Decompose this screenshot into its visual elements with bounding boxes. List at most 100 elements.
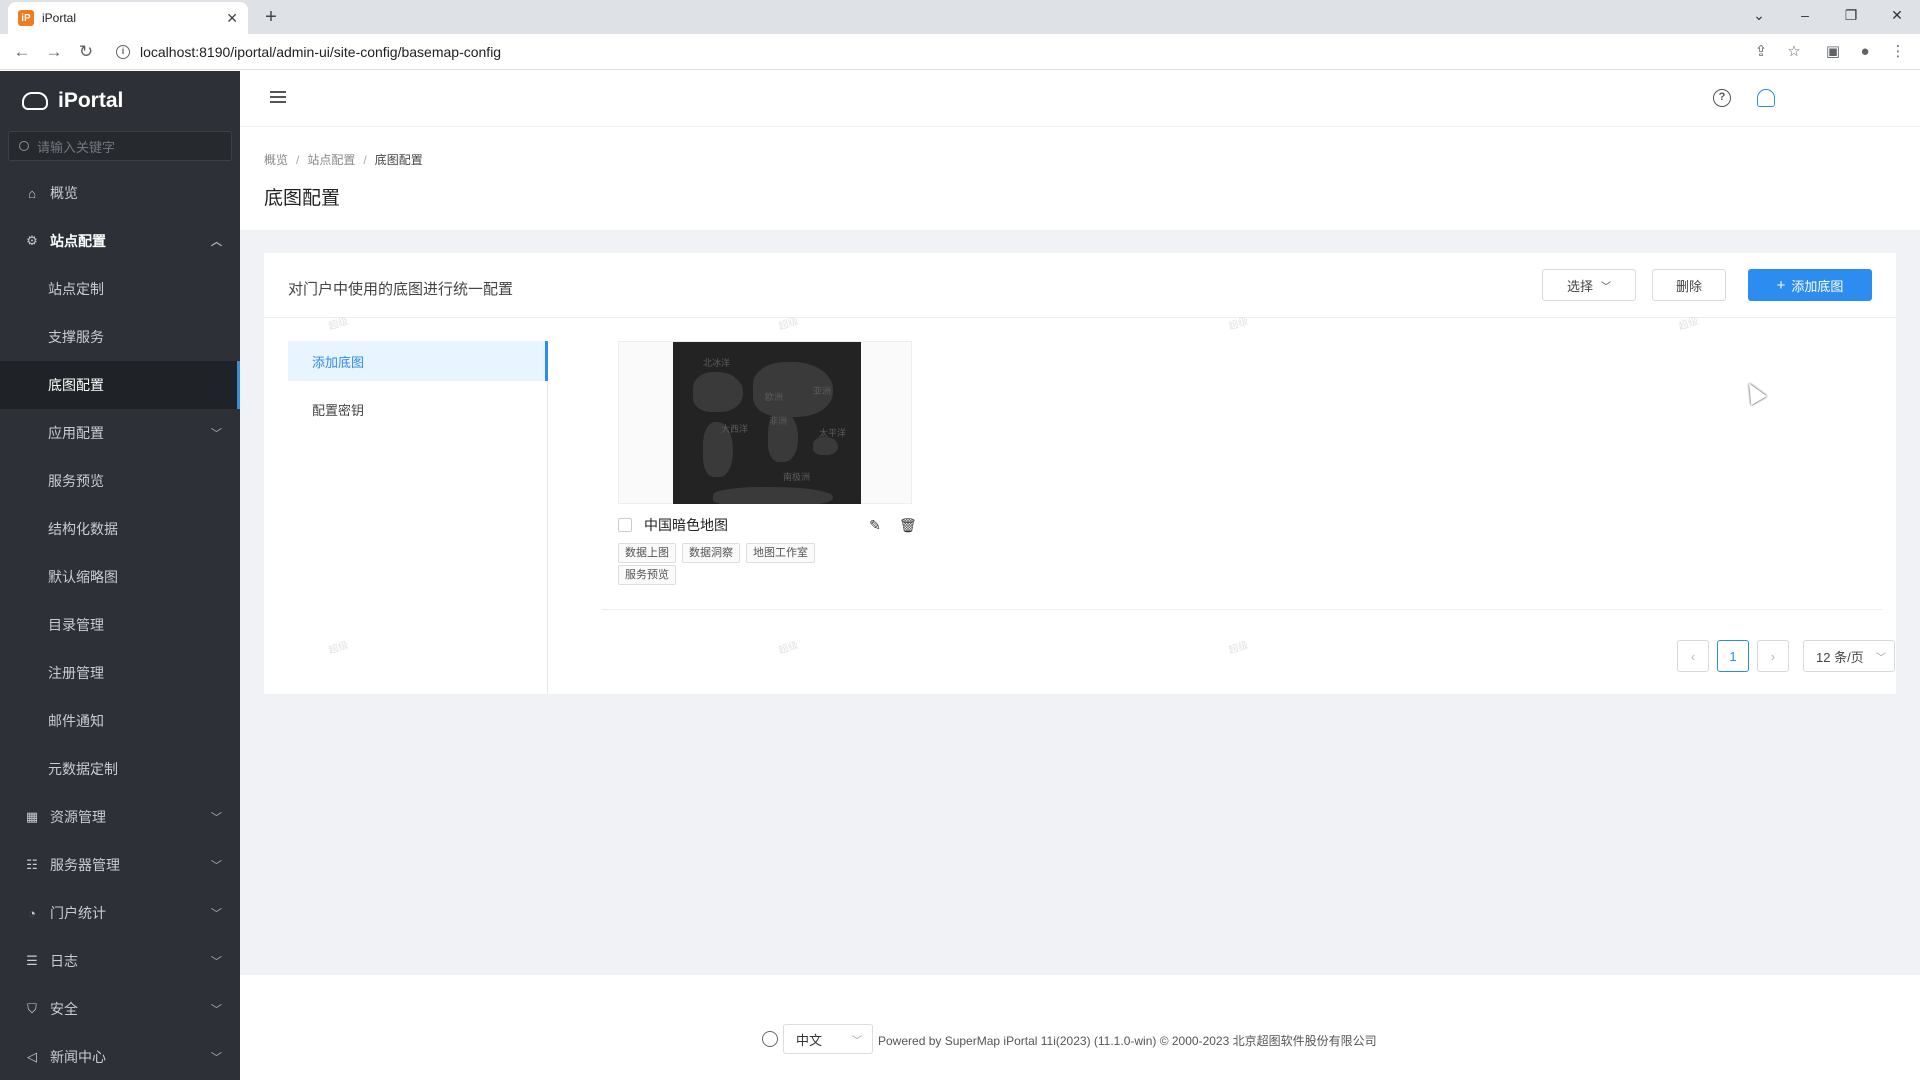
basemap-thumbnail: 北冰洋 欧洲 亚洲 大西洋 非洲 太平洋 南极洲 [673, 342, 861, 504]
new-tab-icon[interactable]: + [258, 4, 284, 30]
chevron-down-icon: ﹀ [211, 956, 222, 968]
chevron-down-icon: ﹀ [211, 1004, 222, 1016]
close-tab-icon[interactable]: ✕ [226, 10, 238, 27]
breadcrumb: 概览 / 站点配置 / 底图配置 [264, 153, 423, 167]
select-dropdown-button[interactable]: 选择 ﹀ [1542, 269, 1636, 301]
browser-menu-icon[interactable]: ⋮ [1888, 42, 1908, 62]
url-text: localhost:8190/iportal/admin-ui/site-con… [140, 44, 502, 60]
card-toolbar: 对门户中使用的底图进行统一配置 选择 ﹀ 删除 + 添加底图 [264, 253, 1896, 318]
minimize-icon[interactable]: – [1782, 0, 1828, 30]
search-placeholder: 请输入关键字 [37, 139, 116, 155]
plus-icon: + [1776, 276, 1786, 294]
sidebar-item-catalog[interactable]: 目录管理 [0, 601, 240, 649]
sidebar-item-label: 门户统计 [50, 905, 106, 921]
delete-button[interactable]: 删除 [1652, 269, 1726, 301]
basemap-thumbnail-card[interactable]: 北冰洋 欧洲 亚洲 大西洋 非洲 太平洋 南极洲 [618, 341, 912, 504]
sidebar-item-servers[interactable]: ☷ 服务器管理 ﹀ [0, 841, 240, 889]
sidebar: iPortal 请输入关键字 ⌂ 概览 ⚙ 站点配置 ︿ 站点定制 支撑服务 底… [0, 71, 240, 1080]
brand-name: iPortal [58, 89, 124, 112]
server-icon: ☷ [26, 857, 38, 872]
profile-icon[interactable]: ● [1855, 42, 1875, 62]
sidebar-item-label: 结构化数据 [48, 521, 118, 537]
chevron-down-icon: ﹀ [852, 1035, 862, 1047]
chevron-down-icon: ﹀ [211, 812, 222, 824]
language-select[interactable]: 中文 ﹀ [783, 1024, 873, 1054]
gear-icon: ⚙ [26, 233, 38, 248]
browser-tab[interactable]: iP iPortal ✕ [8, 2, 248, 34]
sidebar-item-security[interactable]: ⛉ 安全 ﹀ [0, 985, 240, 1033]
help-icon[interactable]: ? [1713, 89, 1731, 107]
chevron-down-icon: ﹀ [211, 1052, 222, 1064]
breadcrumb-overview[interactable]: 概览 [264, 153, 288, 167]
sidebar-item-label: 资源管理 [50, 809, 106, 825]
chevron-down-icon: ﹀ [1601, 281, 1611, 293]
sidebar-item-metadata[interactable]: 元数据定制 [0, 745, 240, 793]
sidebar-item-label: 邮件通知 [48, 713, 104, 729]
basemap-checkbox[interactable] [618, 518, 632, 532]
chevron-down-icon: ﹀ [211, 428, 222, 440]
language-value: 中文 [796, 1032, 823, 1048]
sidebar-item-site-config[interactable]: ⚙ 站点配置 ︿ [0, 217, 240, 265]
sidebar-item-resources[interactable]: ▦ 资源管理 ﹀ [0, 793, 240, 841]
sidebar-item-default-thumbnail[interactable]: 默认缩略图 [0, 553, 240, 601]
brand-logo[interactable]: iPortal [0, 71, 240, 131]
shield-icon: ⛉ [27, 1001, 37, 1016]
tag: 数据上图 [618, 543, 676, 563]
subnav-config-key[interactable]: 配置密钥 [288, 389, 547, 429]
sidebar-item-overview[interactable]: ⌂ 概览 [0, 169, 240, 217]
reload-icon[interactable]: ↻ [74, 40, 98, 64]
subnav-add-basemap[interactable]: 添加底图 [288, 341, 548, 381]
next-page-button[interactable]: › [1757, 640, 1789, 672]
grid-icon: ▦ [25, 809, 39, 824]
add-basemap-button[interactable]: + 添加底图 [1748, 269, 1872, 301]
sidebar-item-site-customize[interactable]: 站点定制 [0, 265, 240, 313]
sidebar-item-service-preview[interactable]: 服务预览 [0, 457, 240, 505]
watermark: 超级 [1227, 640, 1250, 657]
prev-page-button[interactable]: ‹ [1677, 640, 1709, 672]
sidebar-item-mail[interactable]: 邮件通知 [0, 697, 240, 745]
sidebar-item-app-config[interactable]: 应用配置 ﹀ [0, 409, 240, 457]
restore-icon[interactable]: ❐ [1828, 0, 1874, 30]
share-icon[interactable]: ⇪ [1751, 42, 1771, 62]
window-close-icon[interactable]: ✕ [1874, 0, 1920, 30]
breadcrumb-current: 底图配置 [374, 153, 423, 167]
sidebar-item-news[interactable]: ◁ 新闻中心 ﹀ [0, 1033, 240, 1080]
chart-icon: ◔ [28, 905, 36, 921]
sidebar-item-structured-data[interactable]: 结构化数据 [0, 505, 240, 553]
bookmark-star-icon[interactable]: ☆ [1784, 42, 1804, 62]
breadcrumb-site-config[interactable]: 站点配置 [307, 153, 355, 167]
log-icon: ☰ [26, 953, 38, 968]
user-icon[interactable] [1757, 89, 1775, 107]
home-icon: ⌂ [28, 185, 36, 201]
sidebar-item-logs[interactable]: ☰ 日志 ﹀ [0, 937, 240, 985]
url-field[interactable]: i localhost:8190/iportal/admin-ui/site-c… [108, 38, 1758, 66]
site-info-icon[interactable]: i [116, 45, 130, 59]
edit-icon[interactable]: ✎ [867, 517, 883, 533]
watermark: 超级 [777, 640, 800, 657]
sidebar-item-label: 底图配置 [48, 377, 104, 393]
sidebar-item-basemap-config[interactable]: 底图配置 [0, 361, 240, 409]
trash-icon[interactable]: 🗑 [899, 517, 917, 533]
sidebar-item-label: 注册管理 [48, 665, 104, 681]
map-label: 南极洲 [783, 472, 811, 482]
back-icon[interactable]: ← [10, 40, 34, 64]
page-1-button[interactable]: 1 [1717, 640, 1749, 672]
sidebar-item-registration[interactable]: 注册管理 [0, 649, 240, 697]
tab-search-chevron-icon[interactable]: ⌄ [1736, 0, 1782, 30]
footer: 中文 ﹀ Powered by SuperMap iPortal 11i(202… [240, 975, 1920, 1080]
page-size-select[interactable]: 12 条/页 ﹀ [1803, 640, 1895, 672]
sidebar-item-support-service[interactable]: 支撑服务 [0, 313, 240, 361]
sidebar-item-label: 默认缩略图 [48, 569, 118, 585]
forward-icon[interactable]: → [42, 40, 66, 64]
tag: 服务预览 [618, 565, 676, 585]
menu-search-input[interactable]: 请输入关键字 [8, 131, 232, 161]
page-number: 1 [1729, 648, 1737, 664]
sidebar-menu: ⌂ 概览 ⚙ 站点配置 ︿ 站点定制 支撑服务 底图配置 应用配置 ﹀ 服务预览… [0, 169, 240, 1080]
iportal-favicon-icon: iP [18, 10, 34, 26]
map-label: 非洲 [769, 416, 788, 426]
side-panel-icon[interactable]: ▣ [1823, 42, 1843, 62]
sidebar-item-statistics[interactable]: ◔ 门户统计 ﹀ [0, 889, 240, 937]
menu-toggle-icon[interactable] [270, 91, 286, 105]
card-description: 对门户中使用的底图进行统一配置 [288, 281, 514, 298]
delete-label: 删除 [1675, 278, 1702, 294]
